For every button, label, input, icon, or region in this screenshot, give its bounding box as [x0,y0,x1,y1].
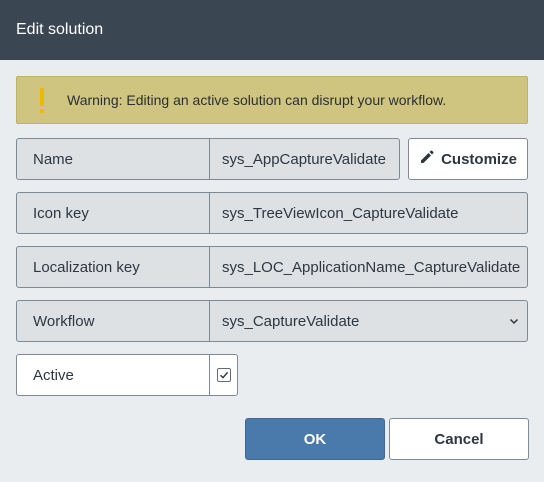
warning-text: Warning: Editing an active solution can … [67,92,447,108]
name-field: Name sys_AppCaptureValidate [16,138,400,180]
localization-key-field: Localization key sys_LOC_ApplicationName… [16,246,528,288]
workflow-selected-value: sys_CaptureValidate [222,312,360,330]
dialog-title: Edit solution [16,21,104,38]
active-checkbox[interactable] [216,368,231,382]
warning-banner: Warning: Editing an active solution can … [16,76,528,124]
localization-key-value: sys_LOC_ApplicationName_CaptureValidate [222,258,521,276]
active-field: Active [16,354,238,396]
exclamation-icon [17,87,67,113]
customize-label: Customize [441,150,517,168]
chevron-down-icon [509,313,519,330]
checkmark-icon [219,371,228,379]
active-label: Active [17,355,210,395]
ok-button[interactable]: OK [245,418,385,460]
name-label: Name [17,139,210,179]
name-value: sys_AppCaptureValidate [222,150,386,168]
localization-key-label: Localization key [17,247,210,287]
icon-key-value: sys_TreeViewIcon_CaptureValidate [222,204,459,222]
icon-key-field: Icon key sys_TreeViewIcon_CaptureValidat… [16,192,528,234]
pencil-icon [419,149,435,169]
workflow-field: Workflow sys_CaptureValidate [16,300,528,342]
edit-solution-dialog: Edit solution Warning: Editing an active… [0,0,544,482]
dialog-titlebar: Edit solution [0,0,544,60]
cancel-button[interactable]: Cancel [389,418,529,460]
workflow-select[interactable]: sys_CaptureValidate [210,301,527,341]
customize-button[interactable]: Customize [408,138,528,180]
icon-key-label: Icon key [17,193,210,233]
workflow-label: Workflow [17,301,210,341]
